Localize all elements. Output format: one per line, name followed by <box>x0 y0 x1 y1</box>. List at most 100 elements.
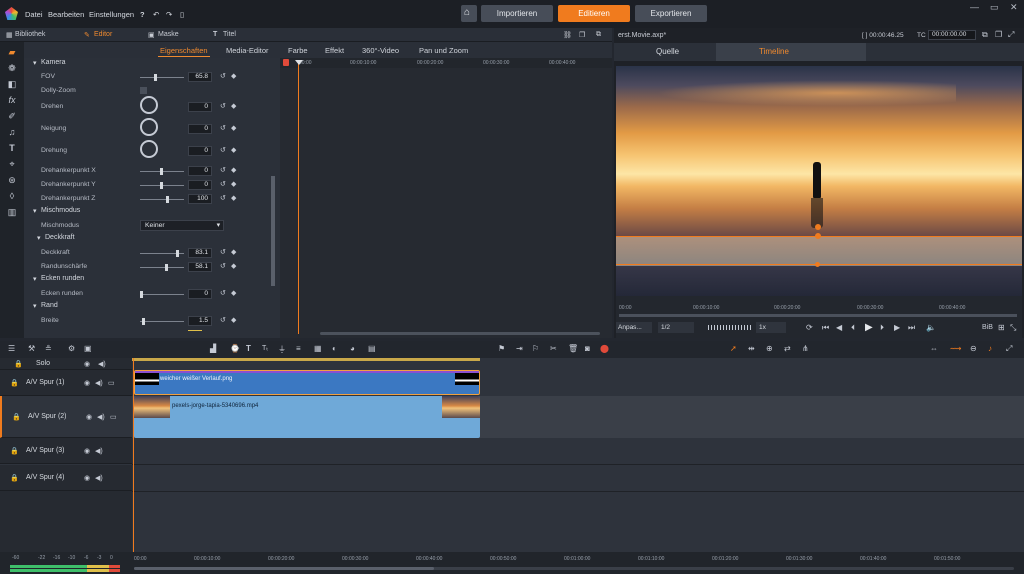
color-icon[interactable]: ◐ <box>332 344 337 353</box>
flag-icon[interactable]: ⚐ <box>532 344 539 353</box>
anchor-z-slider[interactable] <box>140 196 184 203</box>
trim-tool-icon[interactable]: ⇹ <box>748 344 755 353</box>
opacity-slider[interactable] <box>140 250 184 257</box>
rotate-dial[interactable] <box>140 96 158 114</box>
monitor-icon[interactable]: ▭ <box>110 413 117 421</box>
close-icon[interactable]: ✕ <box>1010 2 1018 13</box>
keyframe-icon[interactable]: ◆ <box>231 248 236 256</box>
snap-icon[interactable]: ⟿ <box>950 344 961 353</box>
blend-select[interactable]: Keiner ▾ <box>140 220 224 231</box>
frame-back-icon[interactable]: ⏴ <box>851 323 855 333</box>
record-voice-icon[interactable]: ⬤ <box>600 344 609 353</box>
keyframe-icon[interactable]: ◆ <box>231 166 236 174</box>
section-opacity[interactable]: ▾ Deckkraft <box>24 233 280 246</box>
speaker-icon[interactable]: ◀) <box>95 379 103 387</box>
minimize-icon[interactable]: — <box>970 2 979 12</box>
tilt-value[interactable]: 0 <box>188 124 212 134</box>
reset-icon[interactable]: ↺ <box>220 166 226 174</box>
jog-wheel[interactable] <box>708 325 752 330</box>
menu-edit[interactable]: Bearbeiten <box>48 10 84 19</box>
slip-icon[interactable]: ⇄ <box>784 344 791 353</box>
keyframe-icon[interactable]: ◆ <box>231 180 236 188</box>
lock-icon[interactable]: 🔒 <box>10 474 19 482</box>
stabilize-icon[interactable]: ⊛ <box>7 175 17 185</box>
tools-icon[interactable]: ⚒ <box>28 344 35 353</box>
preview-scrubber[interactable] <box>619 314 1017 317</box>
ripple-icon[interactable]: ⊕ <box>766 344 773 353</box>
visibility-icon[interactable]: ◉ <box>84 379 90 387</box>
fov-slider[interactable] <box>140 74 184 81</box>
speaker-icon[interactable]: ◀) <box>95 474 103 482</box>
fov-value[interactable]: 65.8 <box>188 72 212 82</box>
clip-video-mp4[interactable]: pexels-jorge-tapia-5340696.mp4 <box>134 396 480 438</box>
section-blend[interactable]: ▾ Mischmodus <box>24 206 280 219</box>
dolly-checkbox[interactable] <box>140 87 147 94</box>
track-settings-icon[interactable]: ☰ <box>8 344 15 353</box>
playhead[interactable] <box>298 62 299 334</box>
anchor-x-value[interactable]: 0 <box>188 166 212 176</box>
edge-slider[interactable] <box>140 264 184 271</box>
opacity-value[interactable]: 83.1 <box>188 248 212 258</box>
select-tool-icon[interactable]: ➚ <box>730 344 737 353</box>
keyframe-icon[interactable]: ◆ <box>231 102 236 110</box>
tab-effect[interactable]: Effekt <box>325 46 344 55</box>
tab-360-video[interactable]: 360°-Video <box>362 46 399 55</box>
music-icon[interactable]: ♫ <box>7 127 17 137</box>
menu-settings[interactable]: Einstellungen <box>89 10 134 19</box>
corners-slider[interactable] <box>140 291 184 298</box>
anchor-x-slider[interactable] <box>140 168 184 175</box>
scissors-icon[interactable]: ✂ <box>550 344 557 353</box>
section-camera[interactable]: ▾ Kamera <box>24 58 280 71</box>
tab-mask[interactable]: Maske <box>158 31 179 38</box>
marker-icon[interactable]: ⚑ <box>498 344 505 353</box>
tracking-icon[interactable]: ⌖ <box>7 159 17 169</box>
crop-icon[interactable]: ⊞ <box>998 323 1005 332</box>
split-icon[interactable]: ⇥ <box>516 344 523 353</box>
tab-timeline[interactable]: Timeline <box>759 47 789 56</box>
keyframe-icon[interactable]: ◆ <box>231 316 236 324</box>
tilt-dial[interactable] <box>140 118 158 136</box>
lock-icon[interactable]: 🔒 <box>10 447 19 455</box>
anchor-y-slider[interactable] <box>140 182 184 189</box>
motion-icon[interactable]: ◕ <box>350 344 355 353</box>
reset-icon[interactable]: ↺ <box>220 289 226 297</box>
lock-icon[interactable]: 🔒 <box>10 379 19 387</box>
title-add-icon[interactable]: T <box>246 344 251 353</box>
trash-icon[interactable]: 🗑 <box>568 344 578 353</box>
maximize-icon[interactable]: ▭ <box>990 2 999 13</box>
visibility-icon[interactable]: ◉ <box>84 360 90 368</box>
storyboard-icon[interactable]: ≗ <box>45 344 52 353</box>
visibility-icon[interactable]: ◉ <box>86 413 92 421</box>
tab-editor[interactable]: Editor <box>94 31 112 38</box>
tab-title[interactable]: Titel <box>223 31 236 38</box>
tab-properties[interactable]: Eigenschaften <box>160 46 208 55</box>
reset-icon[interactable]: ↺ <box>220 124 226 132</box>
playhead-handle[interactable] <box>295 60 303 65</box>
clock-icon[interactable]: ⌚ <box>230 344 240 353</box>
speaker-icon[interactable]: ◀) <box>98 360 106 368</box>
spin-dial[interactable] <box>140 140 158 158</box>
keyframe-icon[interactable]: ◆ <box>231 124 236 132</box>
speaker-icon[interactable]: ◀) <box>95 447 103 455</box>
reset-icon[interactable]: ↺ <box>220 72 226 80</box>
text-icon[interactable]: T <box>7 143 17 153</box>
fullscreen-icon[interactable]: ⤢ <box>1008 30 1014 40</box>
audio-icon[interactable]: ◊ <box>7 191 17 201</box>
popout-icon[interactable]: ❐ <box>995 30 1002 39</box>
reset-icon[interactable]: ↺ <box>220 146 226 154</box>
subtitles-icon[interactable]: ≡ <box>296 344 301 353</box>
spin-value[interactable]: 0 <box>188 146 212 156</box>
magnet-icon[interactable]: ⋔ <box>802 344 809 353</box>
skip-end-icon[interactable]: ⏭ <box>908 323 915 333</box>
step-back-icon[interactable]: ◀ <box>836 323 842 332</box>
export-button[interactable]: Exportieren <box>635 5 707 22</box>
import-button[interactable]: Importieren <box>481 5 553 22</box>
speed-select[interactable]: 1x <box>756 322 786 333</box>
edge-value[interactable]: 58.1 <box>188 262 212 272</box>
play-icon[interactable]: ▶ <box>865 322 873 333</box>
ratio-select[interactable]: 1/2 <box>658 322 694 333</box>
anchor-z-value[interactable]: 100 <box>188 194 212 204</box>
reset-icon[interactable]: ↺ <box>220 316 226 324</box>
link-icon[interactable]: ⛓ <box>563 31 572 39</box>
keyframe-icon[interactable]: ◆ <box>231 289 236 297</box>
